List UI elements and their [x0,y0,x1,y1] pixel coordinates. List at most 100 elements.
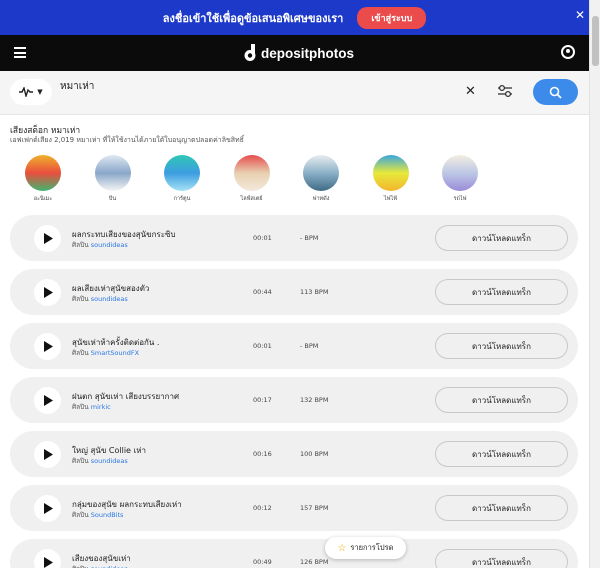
play-button[interactable] [34,387,61,414]
search-icon [549,86,562,99]
download-track-button[interactable]: ดาวน์โหลดแทร็ก [435,387,568,413]
genre-thumbnail [25,155,61,191]
play-icon [43,557,53,568]
top-nav: depositphotos [0,35,589,71]
play-icon [43,233,53,244]
close-icon[interactable]: ✕ [575,8,585,22]
artist-link[interactable]: soundideas [91,241,128,249]
track-duration: 00:01 [253,234,272,242]
play-icon [43,341,53,352]
download-track-button[interactable]: ดาวน์โหลดแทร็ก [435,333,568,359]
artist-prefix: ศิลปิน [72,511,89,519]
track-duration: 00:12 [253,504,272,512]
play-icon [43,449,53,460]
genre-thumbnail [164,155,200,191]
artist-prefix: ศิลปิน [72,403,89,411]
favorites-button[interactable]: ☆ รายการโปรด [325,537,406,559]
genre-item[interactable]: ฟาทดัง [303,155,339,203]
brand-logo[interactable]: depositphotos [243,44,354,62]
track-artist-row: ศิลปิน soundideas [72,456,128,466]
depositphotos-logo-icon [244,44,256,61]
page-subtitle: เอฟเฟกต์เสียง 2,019 หมาเห่า ที่ให้ใช้งาน… [10,136,244,144]
genre-thumbnail [94,155,131,191]
download-track-button[interactable]: ดาวน์โหลดแทร็ก [435,225,568,251]
search-type-selector[interactable]: ▼ [10,79,52,105]
promo-text: ลงชื่อเข้าใช้เพื่อดูข้อเสนอพิเศษของเรา [162,11,344,25]
play-button[interactable] [34,279,61,306]
track-duration: 00:44 [253,288,272,296]
genre-item[interactable]: รถไฟ [442,155,478,203]
track-duration: 00:17 [253,396,272,404]
track-duration: 00:01 [253,342,272,350]
play-button[interactable] [34,225,61,252]
genre-label: รถไฟ [453,196,467,202]
artist-prefix: ศิลปิน [72,457,89,465]
track-row: สุนัขเห่าห้าครั้งติดต่อกัน . ศิลปิน Smart… [10,323,578,369]
hamburger-menu-icon[interactable] [14,47,26,58]
promo-login-button[interactable]: เข้าสู่ระบบ [357,6,427,29]
download-track-button[interactable]: ดาวน์โหลดแทร็ก [435,441,568,467]
genre-thumbnail [372,155,409,191]
genre-thumbnail [303,155,339,191]
user-account-icon[interactable] [561,45,575,59]
download-track-button[interactable]: ดาวน์โหลดแทร็ก [435,495,568,521]
search-input[interactable] [60,81,380,92]
scrollbar-thumb[interactable] [592,16,599,66]
artist-link[interactable]: SoundBits [91,511,124,519]
track-duration: 00:49 [253,558,272,566]
track-bpm: 113 BPM [300,288,329,296]
track-bpm: - BPM [300,234,319,242]
track-bpm: - BPM [300,342,319,350]
track-bpm: 157 BPM [300,504,329,512]
artist-link[interactable]: SmartSoundFX [91,349,139,357]
search-bar: ▼ ✕ [0,71,589,115]
track-row: ผลกระทบเสียงของสุนัขกระซิบ ศิลปิน soundid… [10,215,578,261]
track-artist-row: ศิลปิน soundideas [72,294,128,304]
track-bpm: 126 BPM [300,558,329,566]
track-row: กลุ่มของสุนัข ผลกระทบเสียงเห่า ศิลปิน Sou… [10,485,578,531]
track-artist-row: ศิลปิน soundideas [72,240,128,250]
track-bpm: 132 BPM [300,396,329,404]
track-artist-row: ศิลปิน SmartSoundFX [72,348,139,358]
artist-prefix: ศิลปิน [72,241,89,249]
filter-sliders-icon[interactable] [497,83,513,99]
chevron-down-icon: ▼ [37,88,43,96]
track-row: เสียงของสุนัขเห่าศิลปิน soundideas00:491… [10,539,578,568]
genre-thumbnail [233,155,270,191]
artist-prefix: ศิลปิน [72,349,89,357]
track-row: ผลเสียงเห่าสุนัขสองตัว ศิลปิน soundideas 0… [10,269,578,315]
artist-link[interactable]: soundideas [91,295,128,303]
scrollbar[interactable] [589,0,600,568]
star-icon: ☆ [337,542,347,554]
download-track-button[interactable]: ดาวน์โหลดแทร็ก [435,279,568,305]
promo-banner: ลงชื่อเข้าใช้เพื่อดูข้อเสนอพิเศษของเรา เ… [0,0,589,35]
download-track-button[interactable]: ดาวน์โหลดแทร็ก [435,549,568,568]
genre-label: ฟาทดัง [312,196,330,202]
play-icon [43,287,53,298]
genre-item[interactable]: บีน [94,155,131,203]
track-artist-row: ศิลปิน soundideas [72,564,128,568]
brand-name: depositphotos [261,45,354,61]
genre-item[interactable]: อะนิเมะ [25,155,61,203]
genre-label: บีน [108,196,117,202]
track-row: ใหญ่ สุนัข Collie เห่า ศิลปิน soundideas 0… [10,431,578,477]
genre-item[interactable]: ไลฟ์สเตย์ [233,155,270,203]
genre-list: อะนิเมะ บีน การ์ตูน ไลฟ์สเตย์ ฟาทดัง ไฟไฟ้ รถไ… [25,155,545,205]
search-button[interactable] [533,79,578,105]
track-bpm: 100 BPM [300,450,329,458]
artist-link[interactable]: soundideas [91,457,128,465]
play-button[interactable] [34,549,61,568]
play-button[interactable] [34,495,61,522]
play-icon [43,395,53,406]
page: { "promo": {"text": "ลงชื่อเข้าใช้เพื่อด… [0,0,600,568]
genre-item[interactable]: ไฟไฟ้ [372,155,409,203]
artist-link[interactable]: mirkic [91,403,111,411]
play-button[interactable] [34,333,61,360]
genre-label: ไลฟ์สเตย์ [240,196,263,202]
play-button[interactable] [34,441,61,468]
genre-thumbnail [442,155,478,191]
clear-search-icon[interactable]: ✕ [465,84,476,99]
genre-item[interactable]: การ์ตูน [164,155,200,203]
artist-prefix: ศิลปิน [72,295,89,303]
waveform-icon [19,87,34,97]
